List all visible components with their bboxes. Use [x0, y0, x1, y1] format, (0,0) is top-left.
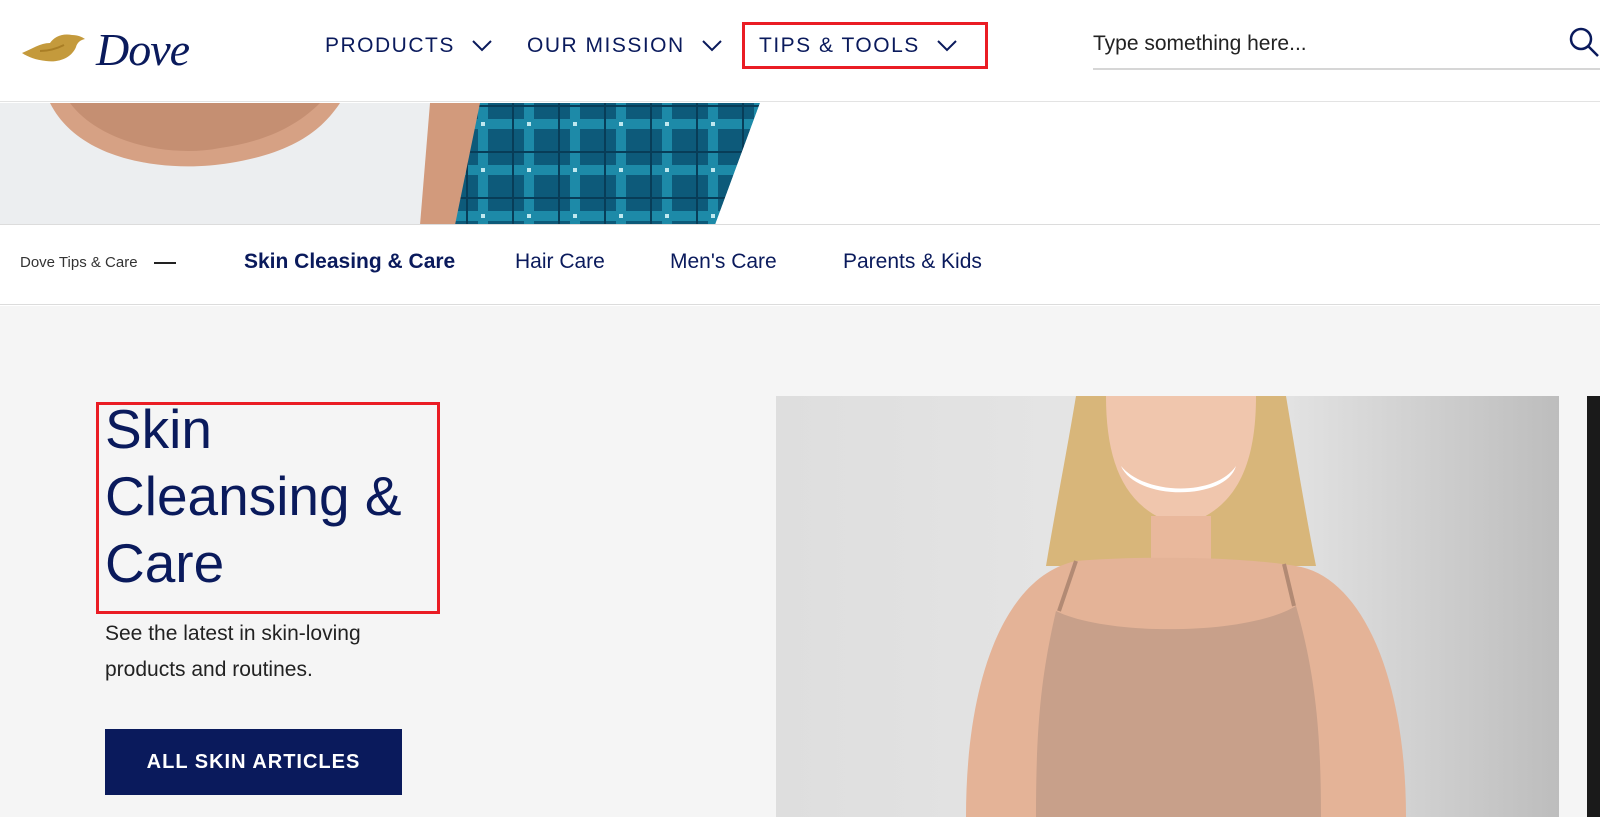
nav-products-label: PRODUCTS [325, 34, 455, 57]
hero-banner [0, 103, 1600, 225]
featured-article-photo[interactable] [776, 396, 1559, 817]
nav-our-mission-label: OUR MISSION [527, 34, 685, 57]
dove-logo[interactable]: Dove [20, 23, 190, 75]
main-content: Skin Cleansing & Care See the latest in … [0, 306, 1600, 817]
breadcrumb-dash [153, 261, 176, 264]
logo-wordmark: Dove [96, 23, 190, 75]
chevron-down-icon [472, 40, 492, 52]
chevron-down-icon [701, 40, 722, 52]
site-header: Dove PRODUCTS OUR MISSION TIPS & TOOLS [0, 0, 1600, 102]
subnav-parents-kids[interactable]: Parents & Kids [843, 250, 982, 274]
search-bar [1093, 20, 1600, 70]
dove-bird-icon [22, 34, 85, 62]
hero-photo [0, 103, 760, 224]
next-article-photo[interactable] [1587, 396, 1600, 817]
breadcrumb[interactable]: Dove Tips & Care [20, 254, 176, 271]
search-input[interactable] [1093, 32, 1553, 56]
category-subnav: Dove Tips & Care Skin Cleasing & Care Ha… [0, 226, 1600, 305]
nav-products[interactable]: PRODUCTS [325, 28, 493, 64]
chevron-down-icon [937, 40, 957, 52]
breadcrumb-label: Dove Tips & Care [20, 254, 138, 271]
nav-our-mission[interactable]: OUR MISSION [527, 28, 723, 64]
all-skin-articles-button[interactable]: ALL SKIN ARTICLES [105, 729, 402, 795]
nav-tips-and-tools-label: TIPS & TOOLS [759, 34, 920, 57]
search-icon[interactable] [1568, 26, 1600, 58]
subnav-hair-care[interactable]: Hair Care [515, 250, 605, 274]
page-title: Skin Cleansing & Care [105, 398, 402, 594]
subnav-mens-care[interactable]: Men's Care [670, 250, 777, 274]
page-description: See the latest in skin-loving products a… [105, 622, 361, 681]
subnav-skin-care[interactable]: Skin Cleasing & Care [244, 250, 455, 274]
nav-tips-and-tools[interactable]: TIPS & TOOLS [759, 28, 958, 64]
